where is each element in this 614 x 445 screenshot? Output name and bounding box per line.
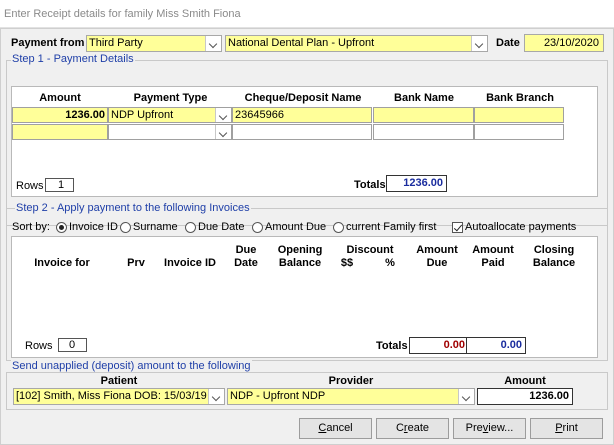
print-label-post: rint	[562, 422, 578, 434]
step1-title: Step 1 - Payment Details	[11, 53, 135, 65]
step1-rows-count: 1	[45, 178, 74, 192]
sort-surname-label[interactable]: Surname	[133, 221, 178, 233]
sort-amount-due-radio[interactable]	[252, 222, 263, 233]
autoallocate-label[interactable]: Autoallocate payments	[465, 221, 576, 233]
sort-family-first-label[interactable]: current Family first	[346, 221, 436, 233]
patient-value: [102] Smith, Miss Fiona DOB: 15/03/19	[16, 390, 207, 402]
chevron-down-icon[interactable]	[205, 36, 221, 51]
col-prv: Prv	[127, 257, 145, 269]
col-due-date-line1: Due	[235, 244, 257, 256]
row1-bank-name[interactable]	[373, 107, 474, 123]
step2-totals-label: Totals	[376, 340, 408, 352]
step1-totals-value: 1236.00	[386, 175, 447, 192]
col-bank-branch: Bank Branch	[486, 92, 554, 104]
row2-cheque-name[interactable]	[232, 124, 372, 140]
amount-label: Amount	[504, 375, 546, 387]
row1-cheque-name[interactable]: 23645966	[232, 107, 372, 123]
date-label: Date	[496, 37, 520, 49]
row2-amount[interactable]	[12, 124, 108, 140]
sort-family-first-radio[interactable]	[333, 222, 344, 233]
plan-select[interactable]: National Dental Plan - Upfront	[225, 35, 488, 52]
plan-value: National Dental Plan - Upfront	[228, 37, 375, 49]
col-due-date-line2: Date	[234, 257, 258, 269]
autoallocate-checkbox[interactable]	[452, 222, 463, 233]
sort-by-label: Sort by:	[12, 221, 50, 233]
chevron-down-icon[interactable]	[215, 125, 231, 139]
row2-bank-name[interactable]	[373, 124, 474, 140]
step2-rows-count: 0	[58, 338, 87, 352]
col-closing-line2: Balance	[532, 257, 576, 269]
print-label-accel: P	[555, 422, 563, 434]
col-invoice-for: Invoice for	[34, 257, 90, 269]
row2-bank-branch[interactable]	[474, 124, 564, 140]
preview-button[interactable]: Preview...	[453, 418, 526, 439]
col-discount: Discount	[346, 244, 394, 256]
window-title: Enter Receipt details for family Miss Sm…	[0, 0, 614, 28]
col-closing-line1: Closing	[533, 244, 575, 256]
date-field[interactable]: 23/10/2020	[524, 34, 604, 52]
cancel-label-post: ancel	[326, 422, 353, 434]
col-amount-due-line1: Amount	[416, 244, 458, 256]
payment-from-value: Third Party	[89, 37, 143, 49]
col-payment-type: Payment Type	[133, 92, 208, 104]
cancel-button[interactable]: Cancel	[299, 418, 372, 439]
provider-select[interactable]: NDP - Upfront NDP	[227, 388, 475, 405]
chevron-down-icon[interactable]	[471, 36, 487, 51]
row1-bank-branch[interactable]	[474, 107, 564, 123]
print-button[interactable]: Print	[530, 418, 603, 439]
col-discount-pct: %	[385, 257, 395, 269]
chevron-down-icon[interactable]	[208, 389, 224, 404]
chevron-down-icon[interactable]	[458, 389, 474, 404]
create-button[interactable]: Create	[376, 418, 449, 439]
sort-due-date-radio[interactable]	[185, 222, 196, 233]
step1-rows-label: Rows	[16, 180, 44, 192]
unapplied-amount-field[interactable]: 1236.00	[477, 388, 573, 405]
row1-amount[interactable]: 1236.00	[12, 107, 108, 123]
patient-select[interactable]: [102] Smith, Miss Fiona DOB: 15/03/19	[13, 388, 225, 405]
col-amount-paid-line1: Amount	[472, 244, 514, 256]
step2-rows-label: Rows	[25, 340, 53, 352]
sort-due-date-label[interactable]: Due Date	[198, 221, 244, 233]
unapplied-title: Send unapplied (deposit) amount to the f…	[11, 360, 252, 372]
chevron-down-icon[interactable]	[215, 108, 231, 122]
preview-label-post: iew...	[488, 422, 514, 434]
create-label-pre: C	[395, 422, 404, 434]
col-discount-dollar: $$	[340, 257, 354, 269]
col-opening-line1: Opening	[277, 244, 323, 256]
sort-surname-radio[interactable]	[120, 222, 131, 233]
col-opening-line2: Balance	[278, 257, 322, 269]
sort-invoice-id-label[interactable]: Invoice ID	[69, 221, 118, 233]
preview-label-pre: Pre	[465, 422, 483, 434]
total-amount-paid: 0.00	[466, 337, 526, 354]
patient-label: Patient	[100, 375, 138, 387]
row1-payment-type[interactable]: NDP Upfront	[108, 107, 232, 123]
col-cheque-name: Cheque/Deposit Name	[244, 92, 362, 104]
create-label-post: eate	[407, 422, 430, 434]
sort-invoice-id-radio[interactable]	[56, 222, 67, 233]
payment-from-label: Payment from	[11, 37, 85, 49]
step1-totals-label: Totals	[354, 179, 386, 191]
col-amount: Amount	[39, 92, 81, 104]
payment-from-select[interactable]: Third Party	[86, 35, 222, 52]
col-invoice-id: Invoice ID	[164, 257, 216, 269]
step2-title: Step 2 - Apply payment to the following …	[15, 202, 251, 214]
col-amount-paid-line2: Paid	[481, 257, 505, 269]
col-amount-due-line2: Due	[426, 257, 448, 269]
total-amount-due: 0.00	[409, 337, 469, 354]
provider-value: NDP - Upfront NDP	[230, 390, 326, 402]
sort-amount-due-label[interactable]: Amount Due	[265, 221, 326, 233]
provider-label: Provider	[328, 375, 374, 387]
row1-payment-type-value: NDP Upfront	[111, 109, 174, 121]
col-bank-name: Bank Name	[394, 92, 454, 104]
receipt-dialog: Payment from Third Party National Dental…	[0, 28, 614, 445]
row2-payment-type[interactable]	[108, 124, 232, 140]
